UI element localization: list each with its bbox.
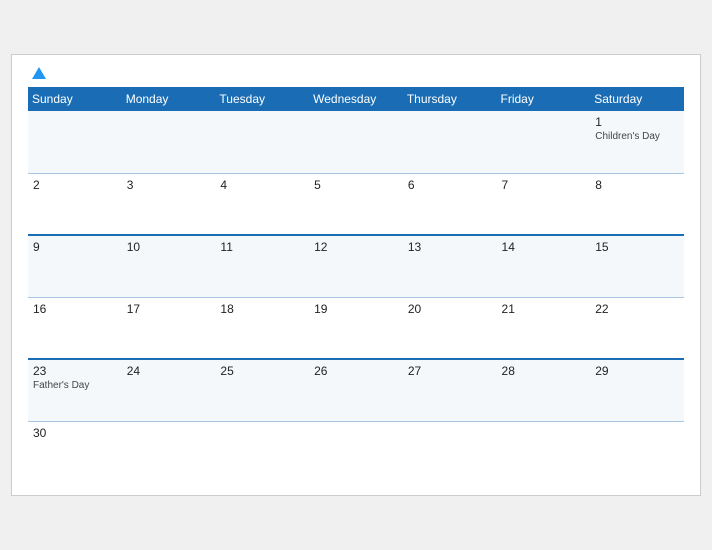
day-number: 8: [595, 178, 679, 192]
calendar-day-cell: 29: [590, 359, 684, 421]
calendar-day-cell: [309, 421, 403, 483]
day-number: 4: [220, 178, 304, 192]
calendar-day-cell: 5: [309, 173, 403, 235]
day-number: 13: [408, 240, 492, 254]
calendar-day-cell: 18: [215, 297, 309, 359]
calendar-day-cell: 12: [309, 235, 403, 297]
calendar-day-cell: [122, 111, 216, 173]
day-header-row: SundayMondayTuesdayWednesdayThursdayFrid…: [28, 87, 684, 111]
calendar-day-cell: 1 Children's Day: [590, 111, 684, 173]
calendar-week-row: 16 17 18 19 20 21 22: [28, 297, 684, 359]
day-of-week-header: Thursday: [403, 87, 497, 111]
calendar-day-cell: 21: [497, 297, 591, 359]
day-number: 29: [595, 364, 679, 378]
day-number: 20: [408, 302, 492, 316]
day-number: 9: [33, 240, 117, 254]
calendar-day-cell: 23 Father's Day: [28, 359, 122, 421]
logo-triangle-icon: [32, 67, 46, 79]
calendar-day-cell: 27: [403, 359, 497, 421]
calendar-day-cell: 9: [28, 235, 122, 297]
calendar-day-cell: 30: [28, 421, 122, 483]
day-of-week-header: Tuesday: [215, 87, 309, 111]
day-number: 5: [314, 178, 398, 192]
calendar-day-cell: 8: [590, 173, 684, 235]
calendar-day-cell: 14: [497, 235, 591, 297]
day-number: 14: [502, 240, 586, 254]
calendar-day-cell: 26: [309, 359, 403, 421]
calendar-week-row: 2345678: [28, 173, 684, 235]
day-number: 26: [314, 364, 398, 378]
calendar-day-cell: 11: [215, 235, 309, 297]
day-number: 30: [33, 426, 117, 440]
day-of-week-header: Sunday: [28, 87, 122, 111]
day-number: 21: [502, 302, 586, 316]
calendar-day-cell: 24: [122, 359, 216, 421]
day-number: 6: [408, 178, 492, 192]
calendar-week-row: 1 Children's Day: [28, 111, 684, 173]
calendar-day-cell: [215, 421, 309, 483]
day-number: 24: [127, 364, 211, 378]
calendar-day-cell: 15: [590, 235, 684, 297]
day-number: 11: [220, 240, 304, 254]
calendar-day-cell: [497, 421, 591, 483]
calendar-day-cell: 6: [403, 173, 497, 235]
calendar-week-row: 30: [28, 421, 684, 483]
calendar-day-cell: 4: [215, 173, 309, 235]
day-event: Children's Day: [595, 131, 679, 142]
calendar-day-cell: 16: [28, 297, 122, 359]
calendar-day-cell: 2: [28, 173, 122, 235]
day-of-week-header: Wednesday: [309, 87, 403, 111]
calendar-day-cell: [590, 421, 684, 483]
day-number: 2: [33, 178, 117, 192]
day-event: Father's Day: [33, 380, 117, 391]
calendar-day-cell: 13: [403, 235, 497, 297]
day-number: 15: [595, 240, 679, 254]
calendar-day-cell: [403, 111, 497, 173]
calendar-day-cell: 25: [215, 359, 309, 421]
day-number: 18: [220, 302, 304, 316]
calendar-day-cell: [309, 111, 403, 173]
day-number: 19: [314, 302, 398, 316]
calendar-day-cell: 7: [497, 173, 591, 235]
calendar-day-cell: [122, 421, 216, 483]
day-of-week-header: Monday: [122, 87, 216, 111]
day-number: 3: [127, 178, 211, 192]
calendar-day-cell: 28: [497, 359, 591, 421]
calendar-day-cell: 3: [122, 173, 216, 235]
day-number: 16: [33, 302, 117, 316]
day-number: 7: [502, 178, 586, 192]
day-number: 10: [127, 240, 211, 254]
calendar-day-cell: [497, 111, 591, 173]
calendar-day-cell: [215, 111, 309, 173]
day-number: 1: [595, 115, 679, 129]
day-number: 22: [595, 302, 679, 316]
logo: [28, 67, 46, 79]
calendar-header: [28, 67, 684, 79]
calendar-day-cell: [403, 421, 497, 483]
calendar-table: SundayMondayTuesdayWednesdayThursdayFrid…: [28, 87, 684, 483]
day-number: 17: [127, 302, 211, 316]
calendar-week-row: 23 Father's Day 24 25 26 27 28 29: [28, 359, 684, 421]
day-number: 28: [502, 364, 586, 378]
day-number: 12: [314, 240, 398, 254]
calendar-day-cell: 22: [590, 297, 684, 359]
logo-blue-text: [28, 67, 46, 79]
day-number: 23: [33, 364, 117, 378]
calendar-day-cell: [28, 111, 122, 173]
calendar-week-row: 9 10 11 12 13 14 15: [28, 235, 684, 297]
calendar-day-cell: 19: [309, 297, 403, 359]
day-number: 25: [220, 364, 304, 378]
calendar-wrapper: SundayMondayTuesdayWednesdayThursdayFrid…: [11, 54, 701, 496]
calendar-day-cell: 17: [122, 297, 216, 359]
day-of-week-header: Saturday: [590, 87, 684, 111]
day-of-week-header: Friday: [497, 87, 591, 111]
day-number: 27: [408, 364, 492, 378]
calendar-day-cell: 10: [122, 235, 216, 297]
calendar-day-cell: 20: [403, 297, 497, 359]
